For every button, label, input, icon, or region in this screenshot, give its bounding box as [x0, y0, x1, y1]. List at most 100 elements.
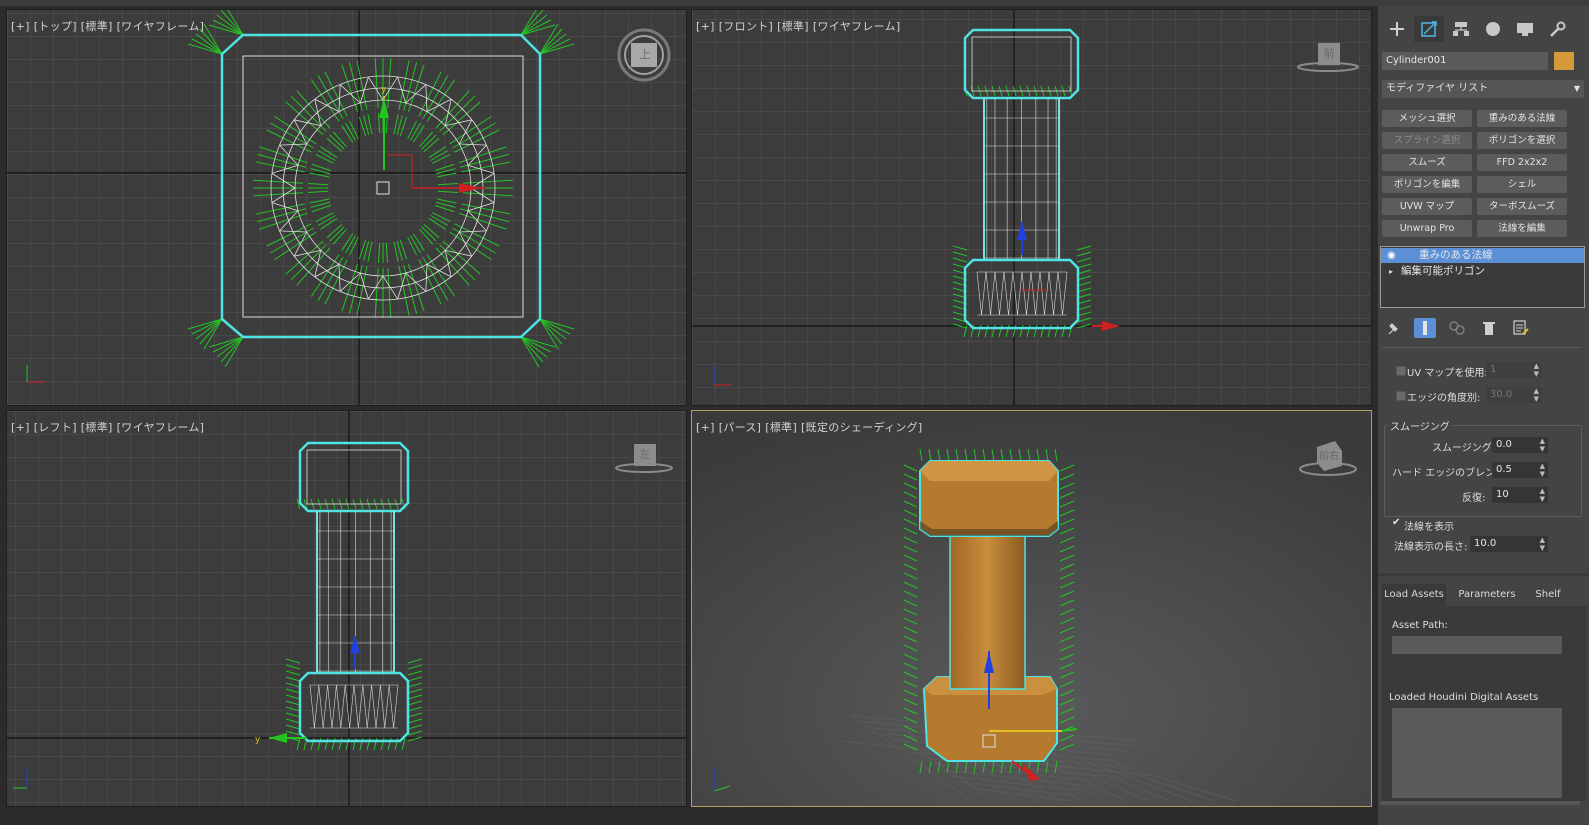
edge-angle-label: エッジの角度別:	[1407, 393, 1481, 404]
modifier-button-edit-poly[interactable]: ポリゴンを編集	[1382, 176, 1472, 193]
viewport-top-canvas[interactable]: y	[7, 10, 687, 406]
modifier-button-turbosmooth[interactable]: ターボスムーズ	[1477, 198, 1567, 215]
expand-arrow-icon[interactable]: ▸	[1389, 264, 1393, 279]
spinner-value: 0.0	[1496, 439, 1512, 450]
viewport-menu-plus[interactable]: [+]	[696, 20, 715, 33]
spinner-arrows-icon[interactable]: ▲ ▼	[1540, 462, 1545, 478]
smoothing-spinner[interactable]: 0.0 ▲ ▼	[1492, 437, 1548, 453]
eye-icon[interactable]: ◉	[1387, 248, 1396, 263]
modifier-button-spline-select[interactable]: スプライン選択	[1382, 132, 1472, 149]
viewport-left-canvas[interactable]: y	[7, 411, 687, 807]
motion-tab-icon[interactable]	[1478, 16, 1508, 42]
modify-tab-icon[interactable]	[1414, 16, 1444, 42]
spinner-arrows-icon[interactable]: ▲ ▼	[1540, 437, 1545, 453]
smoothing-label: スムージング:	[1432, 443, 1496, 454]
viewport-perspective[interactable]: [+] [パース] [標準] [既定のシェーディング] 前右	[691, 410, 1372, 807]
viewport-persp-canvas[interactable]	[692, 411, 1372, 807]
asset-path-input[interactable]	[1392, 636, 1562, 654]
object-name-field[interactable]: Cylinder001	[1382, 52, 1548, 70]
create-tab-icon[interactable]	[1382, 16, 1412, 42]
viewport-pov-menu[interactable]: [フロント]	[719, 20, 773, 33]
top-strip	[0, 0, 1589, 6]
svg-text:y: y	[381, 85, 387, 95]
viewport-persp-label[interactable]: [+] [パース] [標準] [既定のシェーディング]	[696, 419, 926, 435]
pin-stack-icon[interactable]	[1382, 318, 1404, 338]
edge-angle-checkbox[interactable]	[1396, 391, 1406, 401]
use-uv-map-checkbox[interactable]	[1396, 366, 1406, 376]
hierarchy-tab-icon[interactable]	[1446, 16, 1476, 42]
spinner-value: 10	[1496, 489, 1509, 500]
viewport-standard-menu[interactable]: [標準]	[81, 20, 113, 33]
viewport-standard-menu[interactable]: [標準]	[81, 421, 113, 434]
smoothing-group-title: スムージング	[1388, 418, 1452, 433]
modifier-button-unwrap-pro[interactable]: Unwrap Pro	[1382, 220, 1472, 237]
spinner-arrows-icon[interactable]: ▲ ▼	[1540, 536, 1545, 552]
modifier-button-edit-normals[interactable]: 法線を編集	[1477, 220, 1567, 237]
viewcube-persp[interactable]: 前右	[1314, 447, 1344, 467]
panel-divider	[1382, 347, 1582, 348]
utilities-tab-icon[interactable]	[1542, 16, 1572, 42]
loaded-assets-list[interactable]	[1392, 708, 1562, 798]
viewport-menu-plus[interactable]: [+]	[696, 421, 715, 434]
modifier-button-poly-select[interactable]: ポリゴンを選択	[1477, 132, 1567, 149]
viewport-standard-menu[interactable]: [標準]	[777, 20, 809, 33]
viewport-front-label[interactable]: [+] [フロント] [標準] [ワイヤフレーム]	[696, 18, 905, 34]
stack-item-editable-poly[interactable]: ▸ 編集可能ポリゴン	[1381, 264, 1584, 279]
viewport-left-label[interactable]: [+] [レフト] [標準] [ワイヤフレーム]	[11, 419, 208, 435]
viewport-pov-menu[interactable]: [トップ]	[34, 20, 77, 33]
tab-parameters[interactable]: Parameters	[1452, 584, 1522, 606]
panel-scrollbar[interactable]	[1380, 801, 1580, 805]
spinner-value: 0.5	[1496, 464, 1512, 475]
spinner-value: 1	[1490, 364, 1497, 375]
viewcube-front[interactable]: 前	[1318, 43, 1340, 65]
configure-modifier-sets-icon[interactable]	[1510, 318, 1532, 338]
tab-load-assets[interactable]: Load Assets	[1382, 584, 1446, 606]
viewport-shading-menu[interactable]: [ワイヤフレーム]	[117, 421, 205, 434]
modifier-button-smooth[interactable]: スムーズ	[1382, 154, 1472, 171]
modifier-button-ffd[interactable]: FFD 2x2x2	[1477, 154, 1567, 171]
show-normals-checkbox[interactable]: ✔	[1392, 518, 1400, 528]
viewport-menu-plus[interactable]: [+]	[11, 421, 30, 434]
hard-edge-blend-spinner[interactable]: 0.5 ▲ ▼	[1492, 462, 1548, 478]
viewport-front-canvas[interactable]	[692, 10, 1372, 406]
viewport-top-label[interactable]: [+] [トップ] [標準] [ワイヤフレーム]	[11, 18, 208, 34]
edge-angle-spinner[interactable]: 30.0 ▲ ▼	[1486, 387, 1542, 403]
viewport-pov-menu[interactable]: [レフト]	[34, 421, 77, 434]
viewport-shading-menu[interactable]: [既定のシェーディング]	[801, 421, 922, 434]
spinner-arrows-icon[interactable]: ▲ ▼	[1534, 362, 1539, 378]
spinner-arrows-icon[interactable]: ▲ ▼	[1540, 487, 1545, 503]
modifier-list-dropdown[interactable]: モディファイヤ リスト ▼	[1382, 80, 1584, 98]
stack-toolbar	[1382, 316, 1584, 340]
stack-item-weighted-normals[interactable]: ◉ 重みのある法線	[1381, 248, 1584, 263]
viewcube-left[interactable]: 左	[634, 444, 656, 466]
iterations-label: 反復:	[1462, 493, 1486, 504]
viewport-pov-menu[interactable]: [パース]	[719, 421, 762, 434]
panel-divider	[1378, 573, 1589, 576]
viewport-shading-menu[interactable]: [ワイヤフレーム]	[117, 20, 205, 33]
modifier-button-mesh-select[interactable]: メッシュ選択	[1382, 110, 1472, 127]
show-end-result-icon[interactable]	[1414, 318, 1436, 338]
asset-path-label: Asset Path:	[1392, 620, 1448, 631]
modifier-button-weighted-normals[interactable]: 重みのある法線	[1477, 110, 1567, 127]
viewport-front[interactable]: [+] [フロント] [標準] [ワイヤフレーム] 前	[691, 9, 1372, 406]
display-tab-icon[interactable]	[1510, 16, 1540, 42]
tab-shelf[interactable]: Shelf	[1528, 584, 1568, 606]
iterations-spinner[interactable]: 10 ▲ ▼	[1492, 487, 1548, 503]
viewcube-top[interactable]: 上	[632, 43, 658, 67]
viewport-standard-menu[interactable]: [標準]	[765, 421, 797, 434]
viewport-menu-plus[interactable]: [+]	[11, 20, 30, 33]
spinner-arrows-icon[interactable]: ▲ ▼	[1534, 387, 1539, 403]
object-color-swatch[interactable]	[1554, 52, 1574, 70]
stack-item-label: 編集可能ポリゴン	[1401, 265, 1485, 277]
houdini-tabs: Load Assets Parameters Shelf	[1382, 584, 1587, 606]
modifier-button-shell[interactable]: シェル	[1477, 176, 1567, 193]
viewport-left[interactable]: y [+] [レフト] [標準] [ワイヤフレーム] 左	[6, 410, 687, 807]
remove-modifier-icon[interactable]	[1478, 318, 1500, 338]
loaded-assets-label: Loaded Houdini Digital Assets	[1389, 692, 1539, 703]
viewport-shading-menu[interactable]: [ワイヤフレーム]	[813, 20, 901, 33]
normal-length-spinner[interactable]: 10.0 ▲ ▼	[1470, 536, 1548, 552]
viewport-top[interactable]: y [+] [トップ] [標準] [ワイヤフレーム] 上	[6, 9, 687, 406]
make-unique-icon[interactable]	[1446, 318, 1468, 338]
use-uv-map-spinner[interactable]: 1 ▲ ▼	[1486, 362, 1542, 378]
modifier-button-uvw-map[interactable]: UVW マップ	[1382, 198, 1472, 215]
